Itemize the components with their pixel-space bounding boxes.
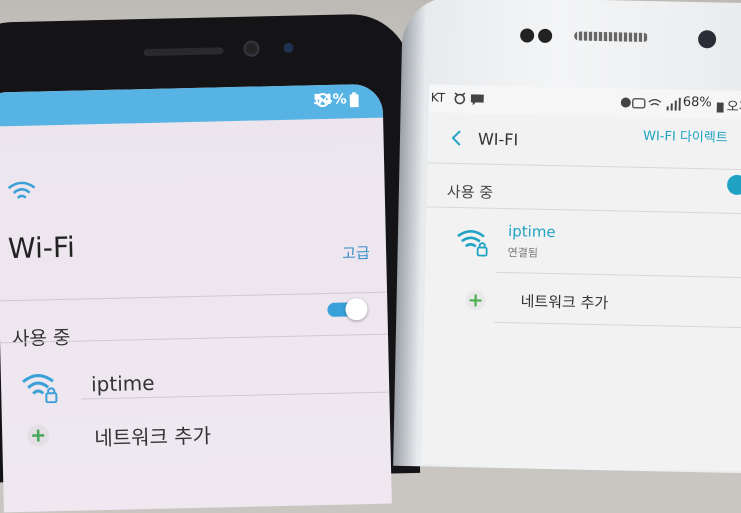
network-status: 연결됨: [507, 244, 538, 261]
left-status-bar: 54%: [0, 84, 383, 127]
network-row[interactable]: iptime 연결됨: [445, 221, 741, 275]
right-screen: KT 68% 오후 W: [421, 84, 741, 472]
page-title: WI-FI: [478, 129, 519, 149]
battery-icon: [350, 92, 359, 111]
left-battery-percent: 54%: [313, 91, 347, 108]
right-sensor-2: [538, 29, 552, 43]
right-speaker: [574, 31, 648, 42]
right-front-camera: [698, 30, 716, 48]
battery-icon: [717, 97, 724, 116]
network-name: iptime: [91, 371, 155, 396]
wifi-toggle[interactable]: [727, 175, 741, 195]
right-sensor-1: [520, 28, 534, 42]
advanced-button[interactable]: 고급: [342, 242, 370, 264]
alarm-icon: [453, 90, 467, 109]
right-battery-percent: 68%: [683, 95, 712, 111]
wifi-lock-icon: [455, 227, 490, 262]
network-row[interactable]: iptime: [11, 354, 382, 412]
message-icon: [471, 91, 484, 110]
clock-partial: 오후: [727, 96, 741, 115]
left-screen: 54% Wi-Fi 고급 사용 중: [0, 84, 392, 513]
add-network-label: 네트워크 추가: [94, 420, 211, 452]
wifi-direct-button[interactable]: WI-FI 다이렉트: [643, 125, 728, 146]
add-network-label: 네트워크 추가: [520, 290, 608, 313]
divider: [427, 206, 741, 215]
left-front-camera: [243, 40, 259, 56]
left-phone: 54% Wi-Fi 고급 사용 중: [0, 13, 420, 483]
signal-icon: [621, 94, 681, 114]
right-status-bar: KT 68% 오후: [429, 84, 741, 120]
plus-icon: [464, 289, 487, 315]
wifi-icon: [6, 180, 37, 209]
in-use-label: 사용 중: [12, 323, 71, 351]
in-use-label: 사용 중: [447, 181, 494, 203]
wifi-toggle[interactable]: [327, 298, 367, 319]
right-phone: KT 68% 오후 W: [393, 0, 741, 474]
wifi-lock-icon: [21, 371, 60, 408]
add-network-row[interactable]: 네트워크 추가: [12, 404, 383, 462]
left-sensor: [283, 43, 293, 53]
back-chevron-icon[interactable]: [450, 129, 462, 151]
add-network-row[interactable]: 네트워크 추가: [444, 281, 741, 327]
left-speaker: [143, 47, 223, 56]
divider: [427, 162, 741, 171]
network-name: iptime: [508, 222, 556, 241]
carrier-label: KT: [431, 90, 446, 104]
page-title: Wi-Fi: [8, 231, 76, 266]
plus-icon: [26, 423, 51, 452]
